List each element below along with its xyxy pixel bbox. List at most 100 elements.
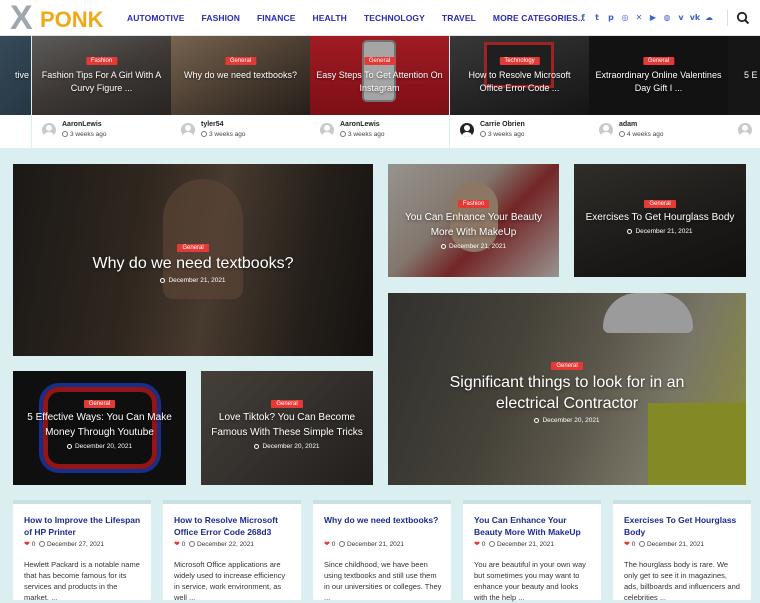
featured-tile[interactable]: General Exercises To Get Hourglass Body … xyxy=(574,164,746,277)
avatar[interactable] xyxy=(42,123,56,137)
carousel-card-title[interactable]: How to Resolve Microsoft Office Error Co… xyxy=(456,69,583,95)
xing-icon[interactable]: ✕ xyxy=(632,0,646,36)
category-badge[interactable]: General xyxy=(363,57,396,65)
category-badge[interactable]: General xyxy=(271,400,303,408)
post-meta: ❤ 0 December 27, 2021 xyxy=(24,541,105,548)
pinterest-icon[interactable]: p xyxy=(604,0,618,36)
post-date: December 20, 2021 xyxy=(201,442,373,452)
category-badge[interactable]: General xyxy=(551,362,583,370)
category-badge[interactable]: General xyxy=(177,244,209,252)
featured-tile[interactable]: Fashion You Can Enhance Your Beauty More… xyxy=(388,164,559,277)
avatar[interactable] xyxy=(181,123,195,137)
author-name[interactable]: AaronLewis xyxy=(340,120,380,130)
post-card[interactable]: Exercises To Get Hourglass Body ❤ 0 Dece… xyxy=(613,500,751,602)
search-icon[interactable] xyxy=(736,11,750,25)
post-card[interactable]: You Can Enhance Your Beauty More With Ma… xyxy=(463,500,601,602)
featured-title[interactable]: Why do we need textbooks? xyxy=(13,254,373,274)
featured-title[interactable]: 5 Effective Ways: You Can Make Money Thr… xyxy=(13,410,186,440)
category-badge[interactable]: General xyxy=(644,200,676,208)
post-title[interactable]: How to Resolve Microsoft Office Error Co… xyxy=(174,514,293,538)
social-links: f t p ◎ ✕ ▶ ◍ v vk ☁ xyxy=(576,0,716,36)
vk-icon[interactable]: vk xyxy=(688,0,702,36)
post-card[interactable]: How to Improve the Lifespan of HP Printe… xyxy=(13,500,151,602)
post-excerpt: Microsoft Office applications are widely… xyxy=(174,560,286,602)
site-logo[interactable]: X PONK xyxy=(10,0,106,37)
post-title[interactable]: You Can Enhance Your Beauty More With Ma… xyxy=(474,514,593,538)
post-card[interactable]: Why do we need textbooks? ❤ 0 December 2… xyxy=(313,500,451,602)
carousel-card[interactable]: General Extraordinary Online Valentines … xyxy=(589,36,728,148)
category-badge[interactable]: General xyxy=(224,57,257,65)
post-meta: ❤ 0 December 21, 2021 xyxy=(474,541,555,548)
post-card[interactable]: How to Resolve Microsoft Office Error Co… xyxy=(163,500,301,602)
menu-item-automotive[interactable]: AUTOMOTIVE xyxy=(127,0,185,36)
category-badge[interactable]: Fashion xyxy=(85,57,118,65)
carousel-card[interactable]: tive xyxy=(0,36,31,148)
carousel-card[interactable]: General Easy Steps To Get Attention On I… xyxy=(310,36,449,148)
featured-tile[interactable]: General Love Tiktok? You Can Become Famo… xyxy=(201,371,373,485)
avatar[interactable] xyxy=(599,123,613,137)
heart-icon[interactable]: ❤ xyxy=(624,541,630,548)
post-time: 3 weeks ago xyxy=(201,130,246,140)
clock-icon xyxy=(254,444,260,449)
category-badge[interactable]: Fashion xyxy=(457,200,490,208)
carousel-card[interactable]: General Why do we need textbooks? tyler5… xyxy=(171,36,310,148)
menu-item-fashion[interactable]: FASHION xyxy=(202,0,240,36)
menu-item-finance[interactable]: FINANCE xyxy=(257,0,295,36)
heart-icon[interactable]: ❤ xyxy=(24,541,30,548)
featured-tile-large[interactable]: General Significant things to look for i… xyxy=(388,293,746,485)
menu-item-more-categories[interactable]: MORE CATEGORIES... xyxy=(493,0,585,36)
clock-icon xyxy=(627,229,633,234)
menu-item-technology[interactable]: TECHNOLOGY xyxy=(364,0,425,36)
avatar[interactable] xyxy=(738,123,752,137)
featured-title[interactable]: You Can Enhance Your Beauty More With Ma… xyxy=(388,210,559,240)
avatar[interactable] xyxy=(320,123,334,137)
featured-tile-main[interactable]: General Why do we need textbooks? Decemb… xyxy=(13,164,373,356)
carousel-card[interactable]: 5 E xyxy=(728,36,760,148)
post-meta: ❤ 0 December 22, 2021 xyxy=(174,541,255,548)
post-title[interactable]: How to Improve the Lifespan of HP Printe… xyxy=(24,514,143,538)
facebook-icon[interactable]: f xyxy=(576,0,590,36)
carousel-card-title[interactable]: Extraordinary Online Valentines Day Gift… xyxy=(595,69,722,95)
category-badge[interactable]: General xyxy=(83,400,116,408)
carousel-card-title[interactable]: 5 E xyxy=(744,69,758,82)
avatar[interactable] xyxy=(460,123,474,137)
post-date: December 21, 2021 xyxy=(388,242,559,252)
menu-item-travel[interactable]: TRAVEL xyxy=(442,0,476,36)
post-time: 3 weeks ago xyxy=(480,130,525,140)
logo-x: X xyxy=(10,0,33,37)
instagram-icon[interactable]: ◎ xyxy=(618,0,632,36)
heart-icon[interactable]: ❤ xyxy=(324,541,330,548)
carousel-card-title[interactable]: Fashion Tips For A Girl With A Curvy Fig… xyxy=(38,69,165,95)
post-title[interactable]: Exercises To Get Hourglass Body xyxy=(624,514,743,538)
carousel-card-title[interactable]: tive xyxy=(15,69,29,82)
soundcloud-icon[interactable]: ☁ xyxy=(702,0,716,36)
menu-item-health[interactable]: HEALTH xyxy=(312,0,346,36)
featured-tile[interactable]: General 5 Effective Ways: You Can Make M… xyxy=(13,371,186,485)
carousel-card[interactable]: Technology How to Resolve Microsoft Offi… xyxy=(450,36,589,148)
carousel-card[interactable]: Fashion Fashion Tips For A Girl With A C… xyxy=(32,36,171,148)
clock-icon xyxy=(534,418,540,423)
post-meta: ❤ 0 December 21, 2021 xyxy=(624,541,705,548)
youtube-icon[interactable]: ▶ xyxy=(646,0,660,36)
featured-title[interactable]: Significant things to look for in an ele… xyxy=(388,372,746,414)
category-badge[interactable]: General xyxy=(642,57,675,65)
featured-title[interactable]: Exercises To Get Hourglass Body xyxy=(574,210,746,225)
clock-icon xyxy=(340,131,346,137)
author-name[interactable]: Carrie Obrien xyxy=(480,120,525,130)
dribbble-icon[interactable]: ◍ xyxy=(660,0,674,36)
post-time: 3 weeks ago xyxy=(62,130,107,140)
vimeo-icon[interactable]: v xyxy=(674,0,688,36)
post-time: 4 weeks ago xyxy=(619,130,664,140)
heart-icon[interactable]: ❤ xyxy=(174,541,180,548)
carousel-card-title[interactable]: Why do we need textbooks? xyxy=(177,69,304,82)
author-name[interactable]: AaronLewis xyxy=(62,120,102,130)
author-name[interactable]: adam xyxy=(619,120,637,130)
carousel-card-title[interactable]: Easy Steps To Get Attention On Instagram xyxy=(316,69,443,95)
twitter-icon[interactable]: t xyxy=(590,0,604,36)
heart-icon[interactable]: ❤ xyxy=(474,541,480,548)
author-name[interactable]: tyler54 xyxy=(201,120,224,130)
featured-title[interactable]: Love Tiktok? You Can Become Famous With … xyxy=(201,410,373,440)
post-title[interactable]: Why do we need textbooks? xyxy=(324,514,443,526)
category-badge[interactable]: Technology xyxy=(499,57,540,65)
clock-icon xyxy=(201,131,207,137)
